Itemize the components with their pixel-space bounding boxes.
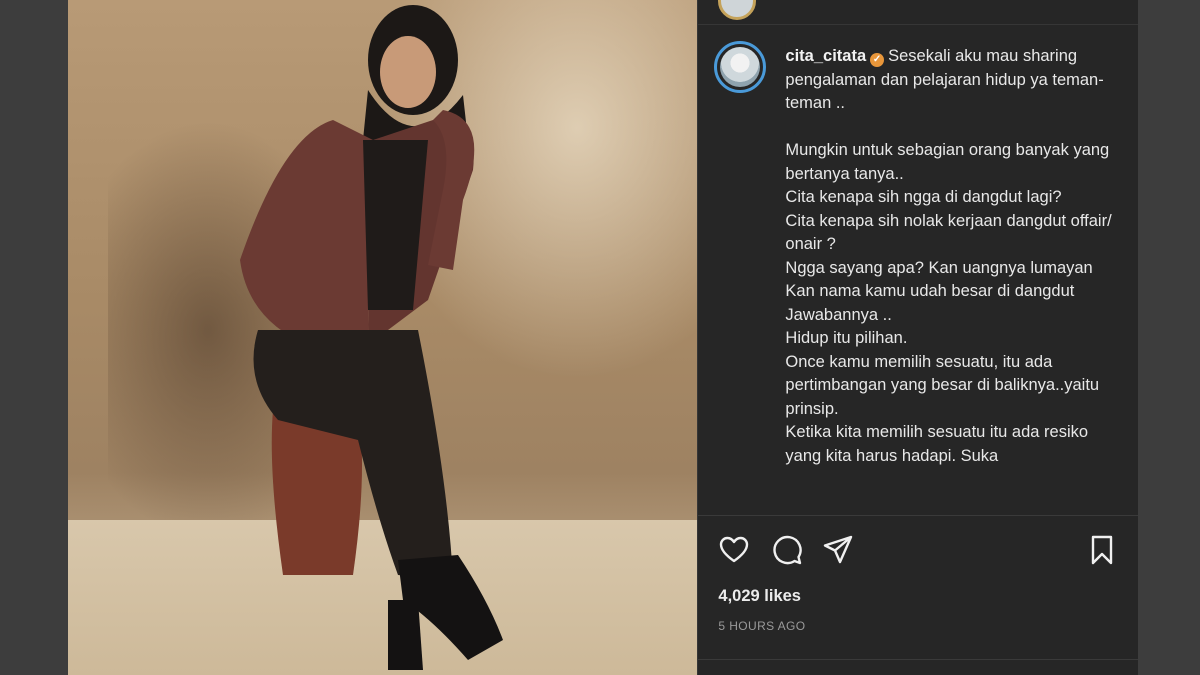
caption-line: Mungkin untuk sebagian orang banyak yang…	[785, 141, 1110, 183]
divider	[698, 659, 1139, 660]
username-link[interactable]: cita_citata	[785, 47, 866, 65]
avatar[interactable]	[718, 0, 757, 20]
previous-comment-strip	[698, 0, 1139, 25]
avatar-image	[720, 47, 761, 87]
comment-button[interactable]	[771, 534, 803, 566]
divider	[698, 515, 1139, 516]
photo-subject	[240, 5, 503, 670]
likes-count[interactable]: 4,029 likes	[718, 587, 801, 606]
caption-line: Hidup itu pilihan.	[785, 329, 908, 347]
caption-line: Kan nama kamu udah besar di dangdut	[785, 282, 1075, 300]
post-caption: cita_citata ✓ Sesekali aku mau sharing pen…	[785, 45, 1115, 468]
caption-line: Jawabannya ..	[785, 305, 892, 324]
like-button[interactable]	[718, 534, 750, 566]
send-icon	[824, 535, 853, 564]
comment-icon	[773, 535, 803, 565]
instagram-post: cita_citata ✓ Sesekali aku mau sharing pen…	[68, 0, 1139, 675]
post-photo[interactable]	[68, 0, 698, 675]
post-sidebar: cita_citata ✓ Sesekali aku mau sharing pen…	[697, 0, 1139, 675]
caption-line: Once kamu memilih sesuatu, itu ada perti…	[785, 352, 1100, 418]
share-button[interactable]	[822, 534, 854, 566]
caption-line: Ngga sayang apa? Kan uangnya lumayan	[785, 258, 1093, 277]
bookmark-icon	[1092, 535, 1113, 565]
avatar[interactable]	[714, 41, 767, 93]
caption-line: Ketika kita memilih sesuatu itu ada resi…	[785, 423, 1089, 465]
action-bar	[698, 530, 1138, 570]
caption-area[interactable]: cita_citata ✓ Sesekali aku mau sharing pen…	[698, 25, 1138, 515]
post-timestamp[interactable]: 5 HOURS AGO	[718, 619, 805, 633]
heart-icon	[720, 536, 749, 563]
save-button[interactable]	[1086, 534, 1118, 566]
verified-badge-icon: ✓	[870, 53, 885, 67]
caption-line: Cita kenapa sih ngga di dangdut lagi?	[785, 188, 1062, 206]
caption-line: Cita kenapa sih nolak kerjaan dangdut of…	[785, 211, 1112, 254]
